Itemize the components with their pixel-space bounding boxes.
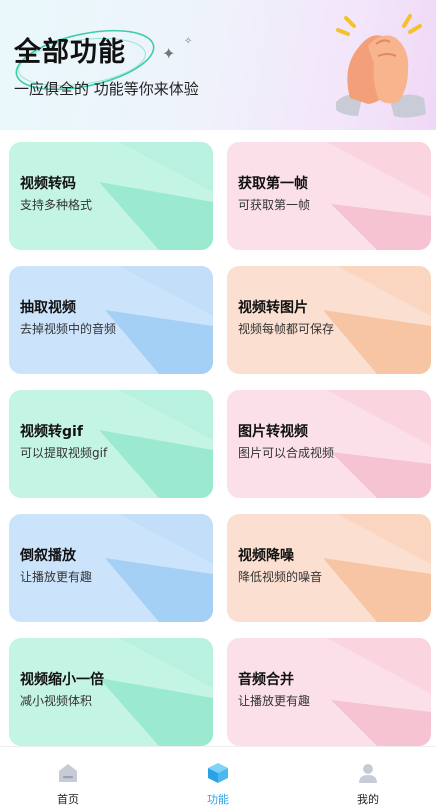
feature-desc: 可以提取视频gif: [20, 446, 108, 460]
feature-title: 视频缩小一倍: [20, 672, 104, 688]
feature-desc: 支持多种格式: [20, 198, 93, 212]
feature-title: 倒叙播放: [20, 548, 76, 564]
tab-home[interactable]: 首页: [18, 747, 118, 810]
feature-desc: 去掉视频中的音频: [20, 322, 117, 336]
feature-title: 视频转码: [20, 176, 76, 192]
feature-title: 抽取视频: [20, 300, 76, 316]
feature-desc: 图片可以合成视频: [238, 446, 335, 460]
tab-mine[interactable]: 我的: [318, 747, 418, 810]
feature-desc: 视频每帧都可保存: [238, 322, 335, 336]
feature-card-extract-video[interactable]: 抽取视频 去掉视频中的音频: [9, 266, 213, 374]
tab-home-label: 首页: [57, 793, 79, 806]
feature-card-video-to-image[interactable]: 视频转图片 视频每帧都可保存: [227, 266, 431, 374]
feature-title: 视频转gif: [20, 424, 83, 440]
tab-features-label: 功能: [207, 793, 229, 806]
feature-title: 图片转视频: [238, 424, 308, 440]
clapping-hands-icon: [336, 14, 426, 118]
feature-title: 获取第一帧: [238, 176, 308, 192]
feature-card-reverse-play[interactable]: 倒叙播放 让播放更有趣: [9, 514, 213, 622]
sparkle-small-icon: ✧: [184, 36, 193, 47]
feature-card-video-denoise[interactable]: 视频降噪 降低视频的噪音: [227, 514, 431, 622]
feature-desc: 让播放更有趣: [238, 694, 311, 708]
feature-card-image-to-video[interactable]: 图片转视频 图片可以合成视频: [227, 390, 431, 498]
bottom-tab-bar: 首页 功能 我的: [0, 746, 436, 810]
feature-card-video-shrink[interactable]: 视频缩小一倍 减小视频体积: [9, 638, 213, 746]
feature-card-video-to-gif[interactable]: 视频转gif 可以提取视频gif: [9, 390, 213, 498]
tab-mine-label: 我的: [357, 793, 379, 806]
feature-grid: 视频转码 支持多种格式 获取第一帧 可获取第一帧 抽取视频 去掉视频中的音频 视…: [0, 130, 436, 746]
home-icon: [59, 764, 77, 782]
feature-card-video-transcode[interactable]: 视频转码 支持多种格式: [9, 142, 213, 250]
feature-title: 视频转图片: [238, 300, 308, 316]
feature-card-first-frame[interactable]: 获取第一帧 可获取第一帧: [227, 142, 431, 250]
sparkle-icon: ✦: [162, 44, 176, 63]
feature-desc: 可获取第一帧: [238, 198, 311, 212]
feature-title: 音频合并: [238, 672, 294, 688]
feature-card-audio-merge[interactable]: 音频合并 让播放更有趣: [227, 638, 431, 746]
header-banner: 全部功能 一应俱全的 功能等你来体验 ✦ ✧: [0, 0, 436, 130]
page-subtitle: 一应俱全的 功能等你来体验: [14, 80, 199, 98]
feature-desc: 让播放更有趣: [20, 570, 93, 584]
tab-features[interactable]: 功能: [168, 747, 268, 810]
feature-title: 视频降噪: [238, 548, 294, 564]
page-title: 全部功能: [14, 37, 126, 68]
feature-desc: 减小视频体积: [20, 694, 93, 708]
feature-desc: 降低视频的噪音: [238, 570, 323, 584]
cube-icon: [208, 763, 228, 783]
user-icon: [359, 764, 377, 783]
